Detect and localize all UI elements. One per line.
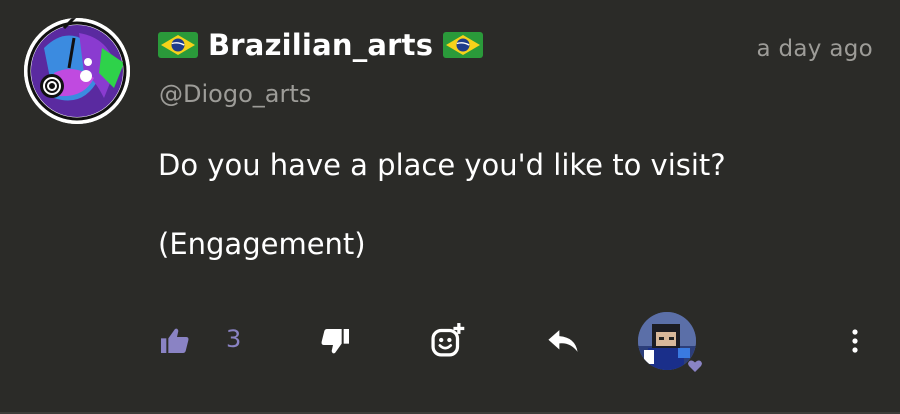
post-body-line: Do you have a place you'd like to visit?: [158, 148, 726, 182]
reactor-avatar-group[interactable]: [636, 310, 702, 376]
author-name-row[interactable]: Brazilian_arts: [158, 28, 484, 62]
post-timestamp: a day ago: [756, 36, 873, 62]
like-count: 3: [226, 325, 242, 353]
brazil-flag-icon: [158, 32, 198, 58]
author-avatar[interactable]: [24, 18, 130, 124]
author-avatar-image: [24, 18, 130, 124]
more-options-button[interactable]: [845, 326, 865, 356]
post-card: Brazilian_arts @Diogo_arts a day ago Do …: [0, 0, 900, 414]
thumbs-down-icon: [321, 329, 349, 354]
reply-button[interactable]: [545, 326, 581, 356]
author-handle[interactable]: @Diogo_arts: [159, 80, 311, 108]
add-reaction-button[interactable]: [428, 319, 468, 361]
reply-icon: [548, 330, 578, 352]
heart-badge-icon: [688, 360, 702, 372]
post-body-line: (Engagement): [158, 227, 366, 261]
like-button[interactable]: [158, 324, 192, 358]
post-action-bar: 3: [0, 310, 900, 372]
add-reaction-icon: [431, 323, 465, 357]
brazil-flag-icon: [443, 32, 484, 58]
more-vertical-icon: [852, 329, 858, 353]
thumbs-up-icon: [161, 328, 189, 353]
dislike-button[interactable]: [318, 324, 352, 358]
author-display-name: Brazilian_arts: [208, 28, 434, 62]
